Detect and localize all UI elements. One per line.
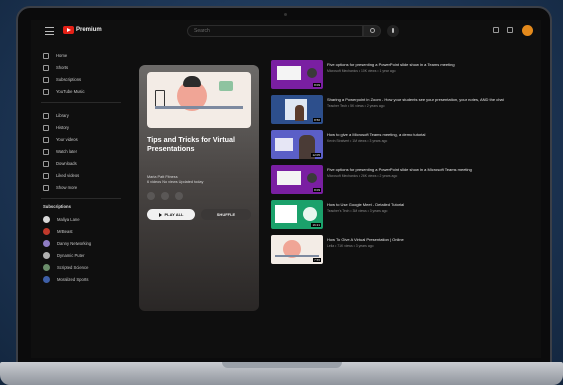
youtube-logo[interactable]: Premium xyxy=(63,26,102,34)
history-icon xyxy=(43,124,49,131)
channel-avatar xyxy=(43,216,50,223)
video-title[interactable]: Five options for presenting a PowerPoint… xyxy=(327,167,527,172)
video-thumbnail[interactable]: 8:09 xyxy=(271,60,323,89)
sidebar-item-library[interactable]: Library xyxy=(43,110,69,121)
video-title[interactable]: How to give a Microsoft Teams meeting, a… xyxy=(327,132,527,137)
play-all-button[interactable]: PLAY ALL xyxy=(147,209,195,220)
video-row[interactable]: 8:50 Sharing a Powerpoint in Zoom - How … xyxy=(271,95,533,125)
laptop-notch xyxy=(222,362,342,368)
video-meta: Leila • 71K views • 3 years ago xyxy=(327,244,374,248)
channel-avatar xyxy=(43,228,50,235)
shorts-icon xyxy=(43,64,49,71)
video-title[interactable]: Five options for presenting a PowerPoint… xyxy=(327,62,527,67)
video-meta: Teacher's Tech • 3M views • 3 years ago xyxy=(327,209,388,213)
video-title[interactable]: How to Use Google Meet - Detailed Tutori… xyxy=(327,202,527,207)
channel-avatar xyxy=(43,276,50,283)
logo-text: Premium xyxy=(76,27,102,33)
download-icon xyxy=(43,160,49,167)
video-thumbnail[interactable]: 8:50 xyxy=(271,95,323,124)
playlist-panel: Tips and Tricks for Virtual Presentation… xyxy=(139,65,259,311)
shuffle-button[interactable]: SHUFFLE xyxy=(201,209,251,220)
youtube-window: Premium Search Home Shorts Subscriptions… xyxy=(31,20,541,358)
video-title[interactable]: Sharing a Powerpoint in Zoom - How your … xyxy=(327,97,527,102)
avatar[interactable] xyxy=(522,25,533,36)
laptop-frame: Premium Search Home Shorts Subscriptions… xyxy=(16,6,552,366)
sidebar-item-liked[interactable]: Liked videos xyxy=(43,170,79,181)
video-meta: Kevin Stratvert • 1M views • 3 years ago xyxy=(327,139,388,143)
video-meta: Microsoft Mechanics • 10K views • 1 year… xyxy=(327,69,396,73)
youtube-play-icon xyxy=(63,26,74,34)
sidebar-item-your-videos[interactable]: Your videos xyxy=(43,134,78,145)
subscription-item[interactable]: Dynamic Puter xyxy=(43,250,84,261)
subscription-item[interactable]: Maliya Lane xyxy=(43,214,80,225)
divider xyxy=(41,102,121,103)
channel-avatar xyxy=(43,240,50,247)
sidebar-item-watch-later[interactable]: Watch later xyxy=(43,146,77,157)
subscription-item[interactable]: Danny Networking xyxy=(43,238,91,249)
sidebar-item-music[interactable]: YouTube Music xyxy=(43,86,85,97)
share-icon[interactable] xyxy=(161,192,169,200)
sidebar-item-shorts[interactable]: Shorts xyxy=(43,62,68,73)
top-bar: Premium Search xyxy=(31,20,541,42)
playlist-title: Tips and Tricks for Virtual Presentation… xyxy=(147,135,236,153)
create-icon[interactable] xyxy=(493,27,499,33)
sidebar: Home Shorts Subscriptions YouTube Music … xyxy=(31,46,131,346)
video-row[interactable]: 8:09 Five options for presenting a Power… xyxy=(271,165,533,195)
subscription-item[interactable]: Scripted Science xyxy=(43,262,88,273)
video-row[interactable]: 8:09 Five options for presenting a Power… xyxy=(271,60,533,90)
subscription-item[interactable]: MrBeast xyxy=(43,226,73,237)
video-title[interactable]: How To Give A Virtual Presentation | Onl… xyxy=(327,237,527,242)
sidebar-item-show-more[interactable]: Show more xyxy=(43,182,77,193)
playlist-thumbnail[interactable] xyxy=(147,72,251,128)
video-row[interactable]: 16:21 How to Use Google Meet - Detailed … xyxy=(271,200,533,230)
bell-icon[interactable] xyxy=(507,27,513,33)
save-icon[interactable] xyxy=(147,192,155,200)
subscriptions-heading: Subscriptions xyxy=(43,204,71,209)
playlist-meta: Maria Patt Fitness 6 videos No views Upd… xyxy=(147,175,251,185)
voice-search-button[interactable] xyxy=(387,25,399,37)
webcam xyxy=(284,13,287,16)
video-thumbnail[interactable]: 12:05 xyxy=(271,130,323,159)
menu-icon[interactable] xyxy=(45,27,54,35)
chevron-down-icon xyxy=(43,184,49,191)
music-icon xyxy=(43,88,49,95)
playlist-stats: 6 videos No views Updated today xyxy=(147,180,204,184)
subscriptions-icon xyxy=(43,76,49,83)
search-placeholder: Search xyxy=(194,28,210,34)
library-icon xyxy=(43,112,49,119)
video-row[interactable]: 12:05 How to give a Microsoft Teams meet… xyxy=(271,130,533,160)
subscription-item[interactable]: Moralized Sports xyxy=(43,274,88,285)
like-icon xyxy=(43,172,49,179)
video-thumbnail[interactable]: 7:55 xyxy=(271,235,323,264)
sidebar-item-downloads[interactable]: Downloads xyxy=(43,158,77,169)
laptop-base xyxy=(0,362,563,385)
play-icon xyxy=(158,212,162,217)
channel-avatar xyxy=(43,264,50,271)
video-row[interactable]: 7:55 How To Give A Virtual Presentation … xyxy=(271,235,533,265)
sidebar-item-history[interactable]: History xyxy=(43,122,69,133)
search-input[interactable]: Search xyxy=(187,25,363,37)
search-icon xyxy=(370,28,375,33)
mic-icon xyxy=(392,28,394,33)
video-thumbnail[interactable]: 8:09 xyxy=(271,165,323,194)
clock-icon xyxy=(43,148,49,155)
search-button[interactable] xyxy=(363,25,381,37)
more-icon[interactable] xyxy=(175,192,183,200)
home-icon xyxy=(43,52,49,59)
video-thumbnail[interactable]: 16:21 xyxy=(271,200,323,229)
sidebar-item-subscriptions[interactable]: Subscriptions xyxy=(43,74,81,85)
divider xyxy=(41,198,121,199)
video-meta: Teacher Tech • 5K views • 2 years ago xyxy=(327,104,385,108)
video-meta: Microsoft Mechanics • 26K views • 2 year… xyxy=(327,174,398,178)
sidebar-item-home[interactable]: Home xyxy=(43,50,67,61)
video-icon xyxy=(43,136,49,143)
channel-avatar xyxy=(43,252,50,259)
